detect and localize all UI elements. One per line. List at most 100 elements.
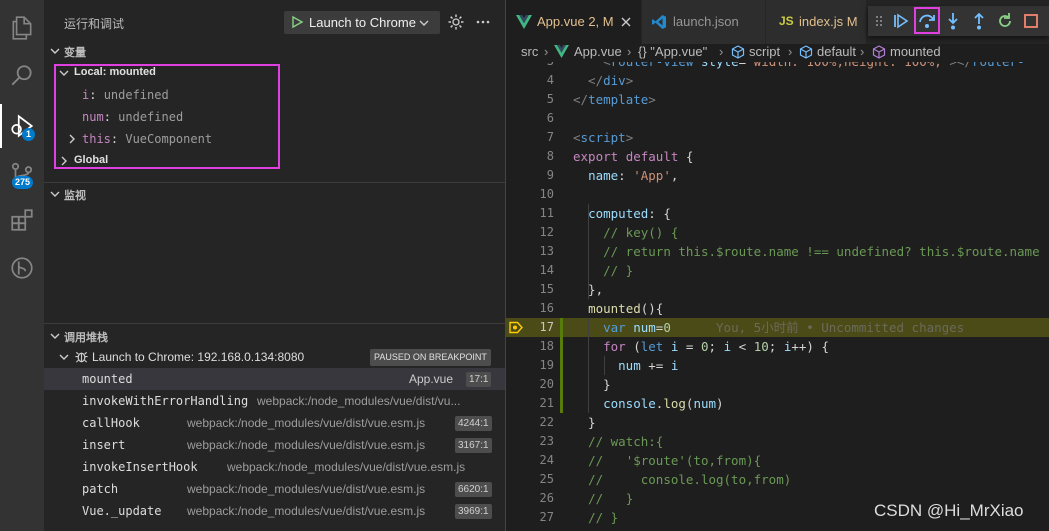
stop-icon[interactable] — [1021, 11, 1041, 31]
watch-label: 监视 — [64, 189, 86, 202]
code-line: 24 // '$route'(to,from){ — [539, 453, 762, 468]
more-actions-icon[interactable] — [474, 13, 492, 31]
callstack-label: 调用堆栈 — [64, 331, 108, 344]
watch-section-header[interactable]: 监视 — [44, 183, 505, 205]
breadcrumb-item[interactable]: {} "App.vue" — [638, 44, 707, 60]
launch-config-label: Launch to Chrome — [309, 15, 416, 30]
git-graph-icon[interactable] — [0, 246, 44, 290]
frame-source: webpack:/node_modules/vue/dist/vu... — [257, 394, 461, 408]
indent-guide — [604, 356, 605, 375]
tab-label: index.js — [799, 14, 844, 29]
chevron-down-icon — [50, 333, 60, 339]
variable-name: this — [82, 132, 111, 146]
stack-frame[interactable]: invokeWithErrorHandling webpack:/node_mo… — [44, 390, 505, 412]
close-icon[interactable] — [620, 16, 632, 28]
chevron-down-icon — [50, 48, 60, 54]
chevron-right-icon[interactable] — [66, 133, 78, 145]
scope-local[interactable]: Local: mounted — [44, 62, 505, 84]
section-divider — [44, 323, 505, 324]
code-line: 9 name: 'App', — [546, 168, 679, 183]
breadcrumb-item[interactable]: default — [817, 44, 856, 60]
vue-file-icon — [554, 45, 569, 58]
variable-value: undefined — [103, 88, 169, 102]
breadcrumb-item[interactable]: mounted — [890, 44, 941, 60]
chevron-right-icon — [61, 156, 67, 166]
code-line: 4 </div> — [546, 73, 634, 88]
frame-source: webpack:/node_modules/vue/dist/vue.esm.j… — [187, 482, 426, 496]
paused-badge: PAUSED ON BREAKPOINT — [370, 349, 491, 366]
tab-label: App.vue — [537, 14, 585, 29]
scm-badge: 275 — [12, 176, 34, 189]
tab-launch-json[interactable]: launch.json — [642, 0, 765, 44]
stack-frame[interactable]: Vue._update webpack:/node_modules/vue/di… — [44, 500, 505, 522]
start-debug-icon[interactable] — [290, 15, 304, 29]
continue-icon[interactable] — [890, 11, 910, 31]
stack-frame[interactable]: mounted App.vue 17:1 — [44, 368, 505, 390]
method-icon — [872, 45, 886, 59]
variables-section-header[interactable]: 变量 — [44, 40, 505, 62]
stack-frame[interactable]: patch webpack:/node_modules/vue/dist/vue… — [44, 478, 505, 500]
explorer-icon[interactable] — [0, 6, 44, 50]
tab-status: M — [846, 14, 858, 29]
frame-line: 3167:1 — [455, 438, 492, 453]
editor-tabs: App.vue 2, M launch.json JS index.js M — [506, 0, 1049, 44]
chevron-right-icon: › — [544, 44, 549, 59]
debug-session[interactable]: Launch to Chrome: 192.168.0.134:8080 PAU… — [44, 346, 505, 368]
variable-row[interactable]: num: undefined — [44, 106, 505, 128]
frame-source: webpack:/node_modules/vue/dist/vue.esm.j… — [227, 460, 466, 474]
search-icon[interactable] — [0, 54, 44, 98]
chevron-down-icon — [59, 354, 69, 360]
stack-frame[interactable]: invokeInsertHook webpack:/node_modules/v… — [44, 456, 505, 478]
extensions-icon[interactable] — [0, 198, 44, 242]
git-change-marker — [560, 318, 563, 337]
indent-guide — [588, 204, 589, 299]
run-debug-icon[interactable]: 1 — [0, 104, 44, 148]
vscode-file-icon — [652, 15, 666, 29]
breadcrumb-item[interactable]: App.vue — [574, 44, 622, 60]
frame-function: callHook — [82, 416, 140, 430]
step-out-icon[interactable] — [969, 11, 989, 31]
frame-function: patch — [82, 482, 119, 496]
scope-global[interactable]: Global — [44, 150, 505, 172]
breadcrumb-item[interactable]: src — [521, 44, 538, 60]
variable-row[interactable]: this: VueComponent — [44, 128, 505, 150]
code-line: 23 // watch:{ — [539, 434, 664, 449]
stack-frame[interactable]: insert webpack:/node_modules/vue/dist/vu… — [44, 434, 505, 456]
tab-app-vue[interactable]: App.vue 2, M — [506, 0, 641, 44]
chevron-down-icon — [59, 70, 69, 76]
breakpoint-arrow-icon[interactable] — [509, 321, 523, 334]
drag-handle-icon[interactable] — [874, 11, 884, 31]
cube-icon — [731, 45, 745, 59]
scope-local-label: Local: mounted — [74, 66, 156, 78]
code-line: 7 <script> — [546, 130, 634, 145]
bug-icon — [75, 351, 88, 363]
tab-status: 2, M — [588, 14, 614, 29]
restart-icon[interactable] — [995, 11, 1015, 31]
debug-toolbar — [868, 6, 1049, 36]
frame-source: webpack:/node_modules/vue/dist/vue.esm.j… — [187, 504, 426, 518]
frame-line: 4244:1 — [455, 416, 492, 431]
code-line: 10 — [539, 187, 554, 201]
frame-function: Vue._update — [82, 504, 162, 518]
launch-config-dropdown[interactable]: Launch to Chrome — [284, 11, 440, 34]
git-change-marker — [560, 394, 563, 413]
variable-row[interactable]: i: undefined — [44, 84, 505, 106]
tab-index-js[interactable]: JS index.js M — [766, 0, 866, 44]
chevron-right-icon: › — [788, 44, 793, 59]
variable-value: VueComponent — [125, 132, 213, 146]
watermark: CSDN @Hi_MrXiao — [874, 501, 1024, 520]
source-control-icon[interactable]: 275 — [0, 152, 44, 196]
git-change-marker — [560, 375, 563, 394]
breadcrumb-item[interactable]: script — [749, 44, 780, 60]
stack-frame[interactable]: callHook webpack:/node_modules/vue/dist/… — [44, 412, 505, 434]
gear-icon[interactable] — [447, 13, 465, 31]
js-file-icon: JS — [779, 14, 794, 28]
code-line: 8 export default { — [546, 149, 694, 164]
highlight-box-step-over — [914, 7, 940, 34]
callstack-section-header[interactable]: 调用堆栈 — [44, 325, 505, 347]
code-editor[interactable]: 3 <router-view style="width: 100%;height… — [506, 62, 1049, 531]
code-line: 16 mounted(){ — [539, 301, 664, 316]
step-into-icon[interactable] — [943, 11, 963, 31]
indent-guide — [588, 318, 589, 413]
frame-line: 6620:1 — [455, 482, 492, 497]
